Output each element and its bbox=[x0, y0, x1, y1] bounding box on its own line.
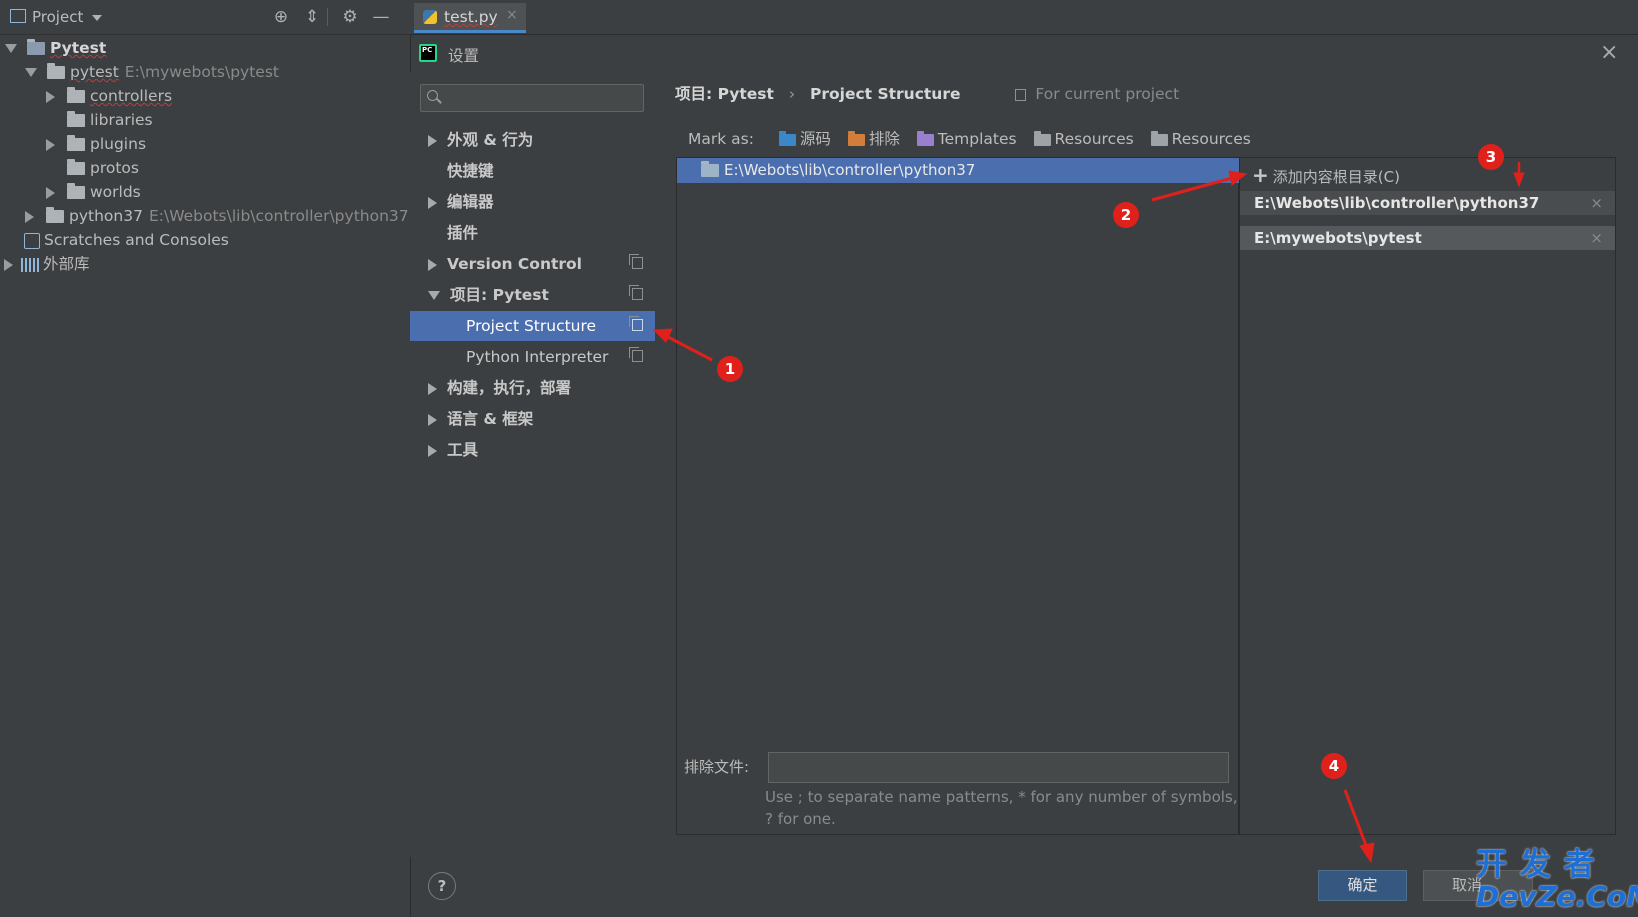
site-watermark: 开 发 者 DevZe.CoM bbox=[1476, 848, 1638, 917]
arrow-4-line bbox=[1343, 789, 1369, 849]
annotation-badge-2: 2 bbox=[1113, 202, 1139, 228]
watermark-line-1: 开 发 者 bbox=[1476, 847, 1596, 883]
annotation-badge-1: 1 bbox=[717, 356, 743, 382]
arrow-2-head bbox=[1228, 170, 1248, 186]
arrow-1-head bbox=[652, 328, 673, 343]
arrow-2-line bbox=[1151, 176, 1233, 202]
annotation-badge-3: 3 bbox=[1478, 144, 1504, 170]
arrow-4-head bbox=[1359, 842, 1375, 864]
arrow-3-head bbox=[1513, 172, 1525, 188]
annotation-badge-4: 4 bbox=[1321, 753, 1347, 779]
arrow-1-line bbox=[665, 334, 713, 362]
annotation-arrows bbox=[652, 162, 1525, 864]
watermark-line-2: DevZe.CoM bbox=[1476, 880, 1638, 913]
